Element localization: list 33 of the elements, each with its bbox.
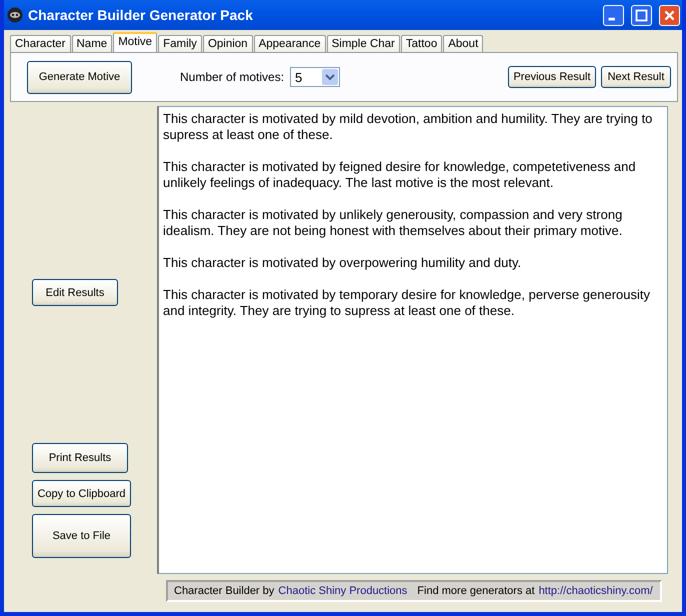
result-paragraph: This character is motivated by unlikely generousity, compassion and very strong idealism. They are not being honest with themselves about their primary motive. (163, 207, 624, 239)
copy-button[interactable]: Copy to Clipboard (32, 480, 131, 507)
tab[interactable]: Appearance (254, 35, 326, 52)
maximize-button[interactable] (631, 4, 652, 26)
print-results-button[interactable]: Print Results (32, 443, 128, 473)
edit-results-button[interactable]: Edit Results (32, 279, 118, 306)
window-title: Character Builder Generator Pack (28, 7, 254, 23)
tab[interactable]: Simple Char (326, 35, 400, 52)
result-paragraph: This character is motivated by overpowering humility and duty. (163, 255, 522, 271)
tab[interactable]: Character (10, 35, 70, 52)
app-logo-icon (7, 7, 23, 23)
tab[interactable]: Opinion (202, 35, 253, 52)
result-paragraph: This character is motivated by feigned desire for knowledge, competetiveness and unlikely feelings of inadequacy. The last motive is the most relevant. (163, 159, 637, 191)
close-button[interactable] (659, 4, 680, 26)
generate-button[interactable]: Generate Motive (27, 60, 132, 94)
credit-link[interactable]: Chaotic Shiny Productions (278, 585, 408, 597)
previous-button[interactable]: Previous Result (508, 66, 596, 88)
result-paragraph: This character is motivated by temporary desire for knowledge, perverse generousity and integrity. They are trying to supress at least one of these. (163, 287, 651, 319)
result-paragraph: This character is motivated by mild devotion, ambition and humility. They are trying to supress at least one of these. (163, 111, 654, 143)
minimize-button[interactable] (603, 4, 624, 26)
website-link[interactable]: http://chaoticshiny.com/ (538, 585, 653, 597)
more-generators-text: Find more generators at (417, 585, 535, 597)
results-text-area[interactable] (157, 106, 668, 574)
tab[interactable]: Tattoo (400, 35, 442, 52)
save-button[interactable]: Save to File (32, 514, 131, 558)
credit-text: Character Builder by (174, 585, 274, 597)
tab[interactable]: About (443, 35, 484, 52)
motives-label: Number of motives: (180, 70, 284, 84)
tab[interactable]: Name (72, 35, 112, 52)
next-button[interactable]: Next Result (601, 66, 671, 88)
motives-dropdown[interactable]: 5 (290, 67, 340, 87)
tab[interactable]: Motive (113, 32, 158, 52)
tab[interactable]: Family (158, 35, 202, 52)
